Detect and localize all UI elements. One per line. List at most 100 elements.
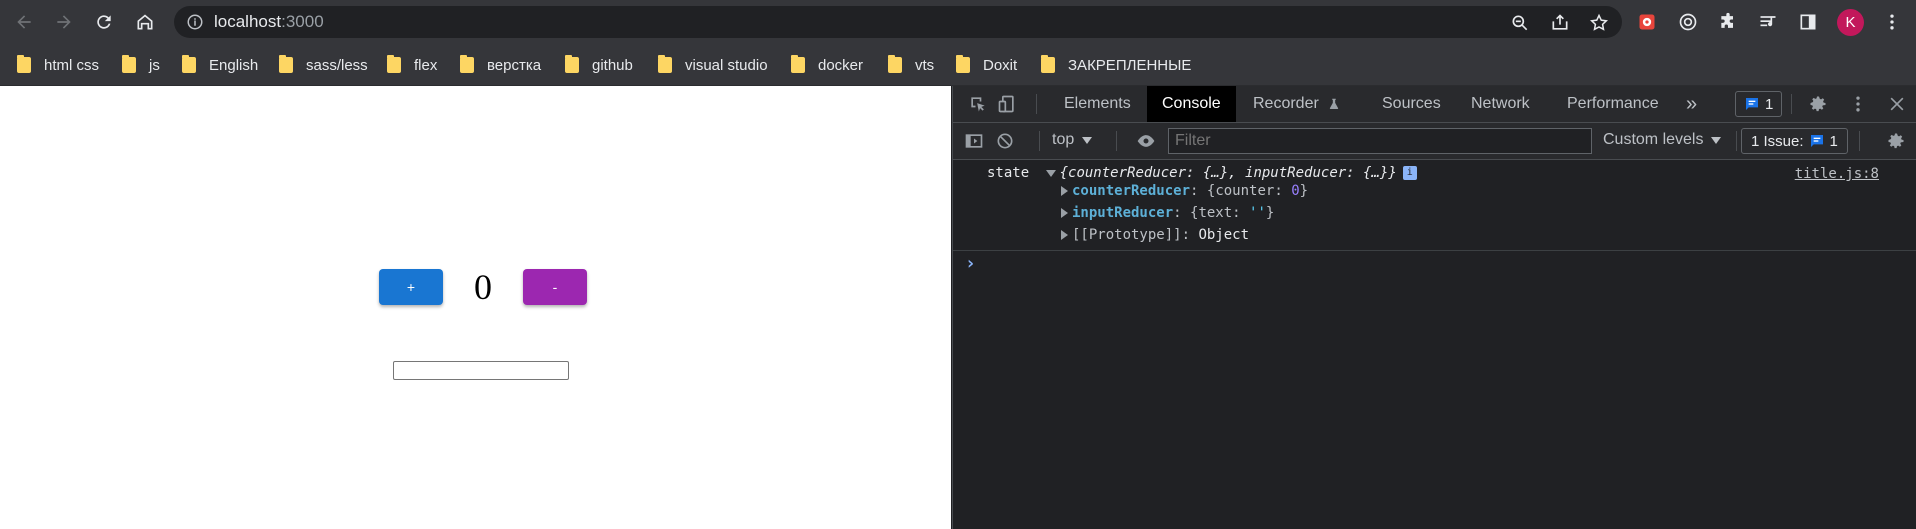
flask-icon (1327, 97, 1341, 111)
site-info-icon[interactable] (186, 13, 204, 31)
url-port: :3000 (281, 12, 324, 31)
messages-badge[interactable]: 1 (1735, 91, 1783, 117)
bookmark-folder[interactable]: ЗАКРЕПЛЕННЫЕ (1041, 53, 1191, 77)
bookmark-folder[interactable]: html css (17, 53, 99, 77)
live-expression-eye-icon[interactable] (1134, 129, 1158, 153)
inspect-element-icon[interactable] (966, 92, 990, 116)
tab-separator (1791, 94, 1792, 114)
issues-label: 1 Issue: (1751, 132, 1804, 150)
expand-arrow-icon[interactable] (1061, 208, 1068, 218)
close-devtools-icon[interactable] (1885, 92, 1909, 116)
property-separator: : (1232, 205, 1250, 221)
tab-network[interactable]: Network (1471, 86, 1530, 122)
bookmark-folder[interactable]: docker (791, 53, 863, 77)
object-property-row[interactable]: counterReducer: {counter: 0} (1061, 181, 1308, 201)
object-property-row[interactable]: inputReducer: {text: ''} (1061, 203, 1274, 223)
extension-target-icon[interactable] (1673, 7, 1703, 37)
profile-avatar[interactable]: K (1837, 9, 1864, 36)
context-value: top (1052, 131, 1075, 148)
tab-elements[interactable]: Elements (1064, 86, 1131, 122)
object-property-row[interactable]: [[Prototype]]: Object (1061, 225, 1249, 245)
share-icon[interactable] (1549, 12, 1571, 34)
devtools-menu-icon[interactable] (1846, 92, 1870, 116)
folder-icon (387, 55, 401, 73)
bookmark-label: html css (44, 56, 100, 74)
bookmark-label: js (149, 56, 160, 74)
folder-icon (565, 55, 579, 73)
message-icon (1744, 96, 1760, 112)
forward-icon[interactable] (49, 7, 79, 37)
settings-gear-icon[interactable] (1806, 92, 1830, 116)
log-levels-dropdown[interactable]: Custom levels (1603, 131, 1722, 149)
bookmark-label: vts (915, 56, 935, 74)
device-toolbar-icon[interactable] (995, 92, 1019, 116)
property-key: inputReducer (1072, 205, 1174, 221)
tab-console[interactable]: Console (1147, 86, 1236, 122)
dropdown-arrow-icon (1711, 136, 1722, 144)
issues-button[interactable]: 1 Issue: 1 (1741, 128, 1848, 154)
browser-menu-icon[interactable] (1877, 7, 1907, 37)
clear-console-icon[interactable] (993, 129, 1017, 153)
context-selector[interactable]: top (1052, 131, 1093, 149)
bookmark-folder[interactable]: sass/less (279, 53, 368, 77)
back-icon[interactable] (9, 7, 39, 37)
folder-icon (279, 55, 293, 73)
console-output: state {counterReducer: {…}, inputReducer… (953, 160, 1916, 529)
bookmark-label: visual studio (685, 56, 768, 74)
expand-arrow-icon[interactable] (1061, 230, 1068, 240)
bookmark-label: github (592, 56, 633, 74)
folder-icon (658, 55, 672, 73)
toolbar-separator (1039, 131, 1040, 151)
issues-count: 1 (1829, 132, 1838, 150)
decrement-button[interactable]: - (523, 269, 587, 305)
property-close-brace: } (1265, 205, 1275, 221)
expand-arrow-icon[interactable] (1045, 169, 1056, 177)
tab-recorder[interactable]: Recorder (1253, 86, 1341, 122)
bookmark-folder[interactable]: English (182, 53, 258, 77)
bookmark-folder[interactable]: верстка (460, 53, 541, 77)
tab-sources[interactable]: Sources (1382, 86, 1441, 122)
log-levels-label: Custom levels (1603, 131, 1704, 148)
console-prompt-row[interactable]: › (953, 250, 1916, 281)
extension-red-icon[interactable] (1632, 7, 1662, 37)
bookmark-folder[interactable]: flex (387, 53, 437, 77)
console-settings-icon[interactable] (1884, 129, 1908, 153)
sidebar-toggle-icon[interactable] (962, 129, 986, 153)
extensions-puzzle-icon[interactable] (1713, 7, 1743, 37)
tab-performance[interactable]: Performance (1567, 86, 1659, 122)
folder-icon (1041, 55, 1055, 73)
bookmark-folder[interactable]: github (565, 53, 633, 77)
console-log-entry[interactable]: state {counterReducer: {…}, inputReducer… (987, 163, 1417, 183)
media-playlist-icon[interactable] (1753, 7, 1783, 37)
reload-icon[interactable] (89, 7, 119, 37)
folder-icon (17, 55, 31, 73)
property-close-brace: } (1299, 183, 1309, 199)
url-text: localhost:3000 (214, 13, 324, 31)
info-icon[interactable]: i (1402, 166, 1417, 180)
expand-arrow-icon[interactable] (1061, 186, 1068, 196)
side-panel-icon[interactable] (1793, 7, 1823, 37)
page-content: + 0 - (0, 86, 951, 529)
tab-recorder-label: Recorder (1253, 95, 1319, 112)
toolbar-separator (1859, 131, 1860, 151)
bookmark-folder[interactable]: visual studio (658, 53, 768, 77)
console-filter-input[interactable] (1168, 128, 1592, 154)
bookmark-label: English (209, 56, 259, 74)
address-bar[interactable]: localhost:3000 (174, 6, 1622, 38)
property-value: '' (1249, 205, 1266, 221)
tab-separator (1036, 94, 1037, 114)
bookmark-folder[interactable]: js (122, 53, 160, 77)
increment-button[interactable]: + (379, 269, 443, 305)
more-tabs-button[interactable]: » (1686, 86, 1697, 122)
property-inner-key: counter (1215, 183, 1275, 199)
browser-toolbar: localhost:3000 K (0, 0, 1916, 44)
property-key: counterReducer (1072, 183, 1191, 199)
home-icon[interactable] (130, 7, 160, 37)
zoom-icon[interactable] (1509, 12, 1531, 34)
bookmark-folder[interactable]: Doxit (956, 53, 1017, 77)
bookmark-star-icon[interactable] (1588, 12, 1610, 34)
folder-icon (888, 55, 902, 73)
source-link[interactable]: title.js:8 (1795, 166, 1879, 182)
bookmark-folder[interactable]: vts (888, 53, 934, 77)
text-input[interactable] (393, 361, 569, 380)
